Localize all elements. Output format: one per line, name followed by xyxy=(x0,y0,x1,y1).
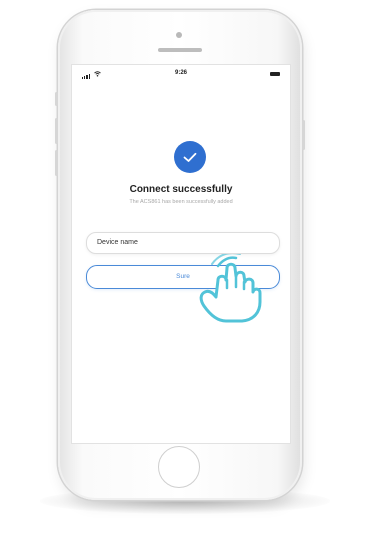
volume-up-button xyxy=(55,118,58,144)
tap-hand-icon xyxy=(199,254,262,323)
power-button xyxy=(302,120,305,150)
status-bar: 9:26 xyxy=(72,65,290,83)
front-camera xyxy=(176,32,182,38)
volume-down-button xyxy=(55,150,58,176)
check-icon xyxy=(183,152,197,162)
success-message: The ACS861 has been successfully added xyxy=(129,199,233,205)
battery-icon xyxy=(270,72,280,76)
device-name-input[interactable]: Device name xyxy=(86,232,280,254)
success-check-icon xyxy=(174,141,206,173)
mute-switch xyxy=(55,92,58,106)
success-title: Connect successfully xyxy=(129,184,233,195)
status-time: 9:26 xyxy=(174,70,187,76)
home-button[interactable] xyxy=(158,446,200,488)
earpiece-speaker xyxy=(158,48,202,52)
stage: 9:26 Connect successfully The ACS861 has… xyxy=(0,0,376,534)
